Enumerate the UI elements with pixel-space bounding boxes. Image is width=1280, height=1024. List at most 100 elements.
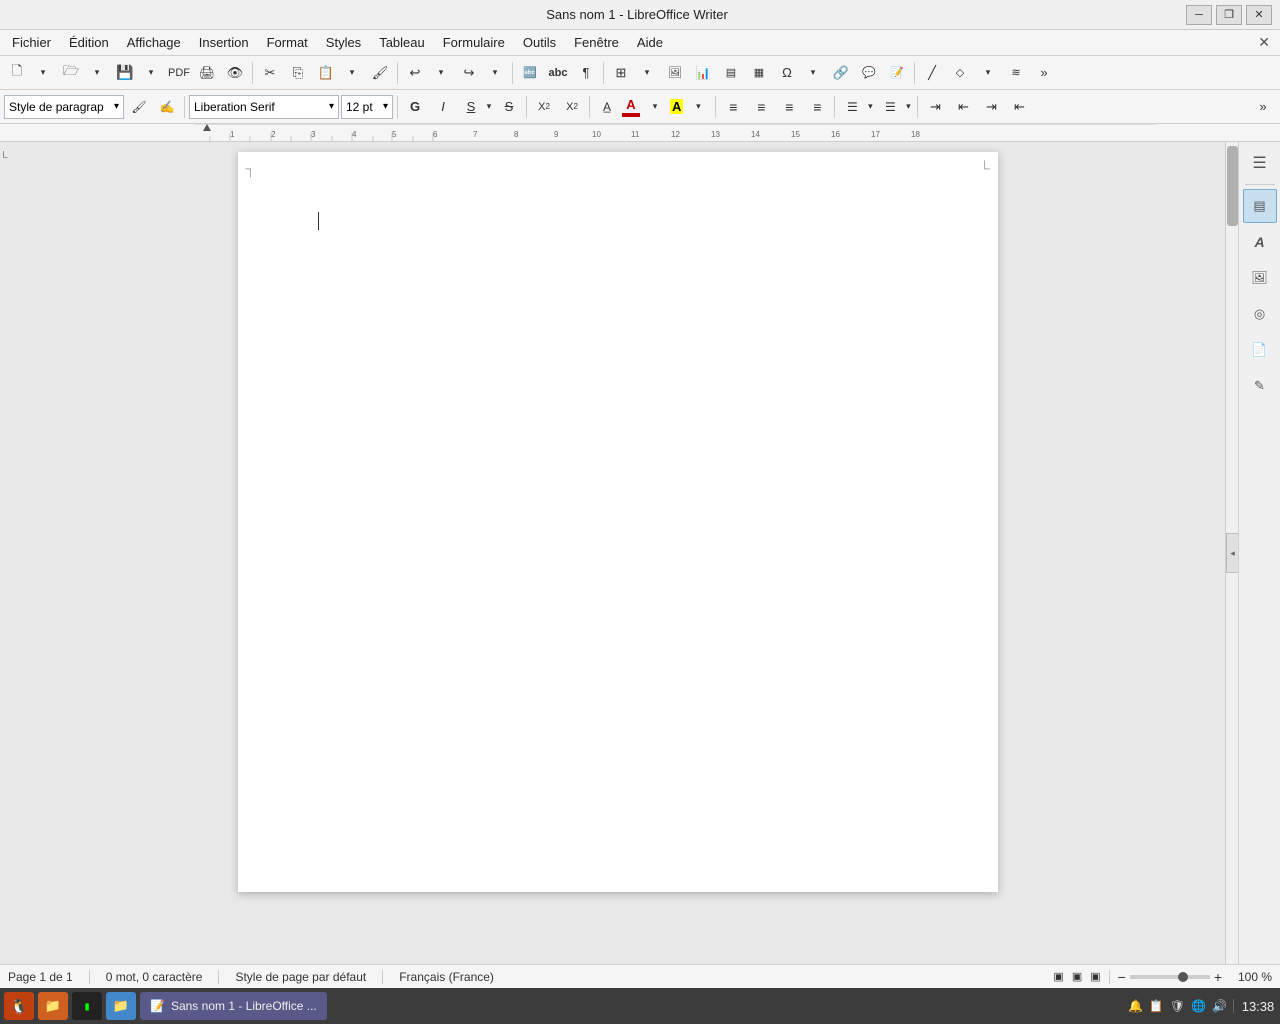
save-arrow[interactable]: ▾ — [138, 60, 164, 86]
taskbar-files[interactable]: 📁 — [38, 992, 68, 1020]
sidebar-collapse-button[interactable]: ◂ — [1226, 533, 1238, 573]
hyperlink-button[interactable]: 🔗 — [828, 60, 854, 86]
menu-edition[interactable]: Édition — [61, 33, 117, 52]
export-pdf-button[interactable]: PDF — [166, 60, 192, 86]
note-button[interactable]: 💬 — [856, 60, 882, 86]
sidebar-menu-button[interactable]: ☰ — [1243, 146, 1277, 180]
new-arrow[interactable]: ▾ — [30, 60, 56, 86]
undo-button[interactable]: ↩ — [402, 60, 428, 86]
document-scroll-area[interactable]: ┐ └ — [10, 142, 1225, 964]
taskbar-writer-window[interactable]: 📝 Sans nom 1 - LibreOffice ... — [140, 992, 327, 1020]
table-arrow[interactable]: ▾ — [634, 60, 660, 86]
systray-shield[interactable]: 🛡 — [1170, 999, 1185, 1013]
fields-button[interactable]: ▦ — [746, 60, 772, 86]
align-left-button[interactable]: ≡ — [720, 94, 746, 120]
document-page[interactable]: ┐ └ — [238, 152, 998, 892]
indent-more-button[interactable]: ⇥ — [922, 94, 948, 120]
shadow-button[interactable]: A̲ — [594, 94, 620, 120]
align-justify-button[interactable]: ≡ — [804, 94, 830, 120]
cut-button[interactable]: ✂ — [257, 60, 283, 86]
special-char-button[interactable]: Ω — [774, 60, 800, 86]
table-button[interactable]: ⊞ — [608, 60, 634, 86]
highlight-color-group[interactable]: A — [670, 99, 683, 114]
maximize-button[interactable]: ❐ — [1216, 5, 1242, 25]
print-button[interactable]: 🖨 — [194, 60, 220, 86]
scrollbar-thumb[interactable] — [1227, 146, 1238, 226]
new-button[interactable]: 🗋 — [4, 60, 30, 86]
line-tool-button[interactable]: ╱ — [919, 60, 945, 86]
open-arrow[interactable]: ▾ — [84, 60, 110, 86]
sidebar-gallery-button[interactable]: 🖼 — [1243, 261, 1277, 295]
annotation-button[interactable]: 📝 — [884, 60, 910, 86]
zoom-minus-button[interactable]: − — [1118, 969, 1126, 985]
subscript-button[interactable]: X2 — [559, 94, 585, 120]
print-preview-button[interactable]: 👁 — [222, 60, 248, 86]
font-size-select[interactable]: 12 pt ▾ — [341, 95, 393, 119]
menu-fichier[interactable]: Fichier — [4, 33, 59, 52]
taskbar-start[interactable]: 🐧 — [4, 992, 34, 1020]
font-color-group[interactable]: A — [622, 97, 640, 117]
open-button[interactable]: 🗁 — [58, 60, 84, 86]
menu-styles[interactable]: Styles — [318, 33, 369, 52]
zoom-plus-button[interactable]: + — [1214, 969, 1222, 985]
menu-affichage[interactable]: Affichage — [119, 33, 189, 52]
sidebar-properties-button[interactable]: ▤ — [1243, 189, 1277, 223]
sidebar-design-button[interactable]: ✎ — [1243, 369, 1277, 403]
menu-insertion[interactable]: Insertion — [191, 33, 257, 52]
style-apply-button[interactable]: ✍ — [154, 94, 180, 120]
sidebar-navigator-button[interactable]: ◎ — [1243, 297, 1277, 331]
paste-arrow[interactable]: ▾ — [339, 60, 365, 86]
list-ordered-arrow[interactable]: ▾ — [903, 94, 913, 120]
copy-button[interactable]: ⎘ — [285, 60, 311, 86]
underline-button[interactable]: S — [458, 94, 484, 120]
special-char-arrow[interactable]: ▾ — [800, 60, 826, 86]
view-icon-1[interactable]: ▣ — [1053, 970, 1063, 983]
taskbar-filemanager[interactable]: 📁 — [106, 992, 136, 1020]
list-unordered-arrow[interactable]: ▾ — [865, 94, 875, 120]
chart-button[interactable]: 📊 — [690, 60, 716, 86]
redo-button[interactable]: ↪ — [456, 60, 482, 86]
list-ordered-button[interactable]: ☰ — [877, 94, 903, 120]
bold-button[interactable]: G — [402, 94, 428, 120]
indent-less2-button[interactable]: ⇤ — [1006, 94, 1032, 120]
menu-tableau[interactable]: Tableau — [371, 33, 433, 52]
taskbar-terminal[interactable]: ▮ — [72, 992, 102, 1020]
spelling-button[interactable]: abc — [545, 60, 571, 86]
minimize-button[interactable]: ─ — [1186, 5, 1212, 25]
menu-fenetre[interactable]: Fenêtre — [566, 33, 627, 52]
text-cursor-area[interactable] — [318, 212, 319, 233]
paragraph-style-select[interactable]: Style de paragraph ▾ — [4, 95, 124, 119]
systray-volume[interactable]: 🔊 — [1212, 999, 1227, 1013]
font-select[interactable]: Liberation Serif ▾ — [189, 95, 339, 119]
view-icon-3[interactable]: ▣ — [1090, 970, 1100, 983]
spellcheck-button[interactable]: 🔤 — [517, 60, 543, 86]
save-button[interactable]: 💾 — [112, 60, 138, 86]
indent-less-button[interactable]: ⇤ — [950, 94, 976, 120]
menu-aide[interactable]: Aide — [629, 33, 671, 52]
superscript-button[interactable]: X2 — [531, 94, 557, 120]
image-button[interactable]: 🖼 — [662, 60, 688, 86]
menu-formulaire[interactable]: Formulaire — [435, 33, 513, 52]
indent-more2-button[interactable]: ⇥ — [978, 94, 1004, 120]
close-button[interactable]: ✕ — [1246, 5, 1272, 25]
draw-button[interactable]: ≋ — [1003, 60, 1029, 86]
underline-arrow[interactable]: ▾ — [484, 94, 494, 120]
view-icon-2[interactable]: ▣ — [1072, 970, 1082, 983]
toolbar-more-button[interactable]: » — [1031, 60, 1057, 86]
menu-outils[interactable]: Outils — [515, 33, 564, 52]
toolbar2-more-button[interactable]: » — [1250, 94, 1276, 120]
sidebar-styles-button[interactable]: A — [1243, 225, 1277, 259]
clone-format-button[interactable]: 🖌 — [367, 60, 393, 86]
highlight-arrow[interactable]: ▾ — [685, 94, 711, 120]
align-center-button[interactable]: ≡ — [748, 94, 774, 120]
zoom-level[interactable]: 100 % — [1230, 970, 1272, 984]
menu-format[interactable]: Format — [259, 33, 316, 52]
style-paint-button[interactable]: 🖌 — [126, 94, 152, 120]
redo-arrow[interactable]: ▾ — [482, 60, 508, 86]
undo-arrow[interactable]: ▾ — [428, 60, 454, 86]
systray-clipboard[interactable]: 📋 — [1149, 999, 1164, 1013]
italic-button[interactable]: I — [430, 94, 456, 120]
menubar-close-icon[interactable]: ✕ — [1252, 32, 1276, 53]
show-formatting-button[interactable]: ¶ — [573, 60, 599, 86]
zoom-slider[interactable] — [1130, 975, 1210, 979]
